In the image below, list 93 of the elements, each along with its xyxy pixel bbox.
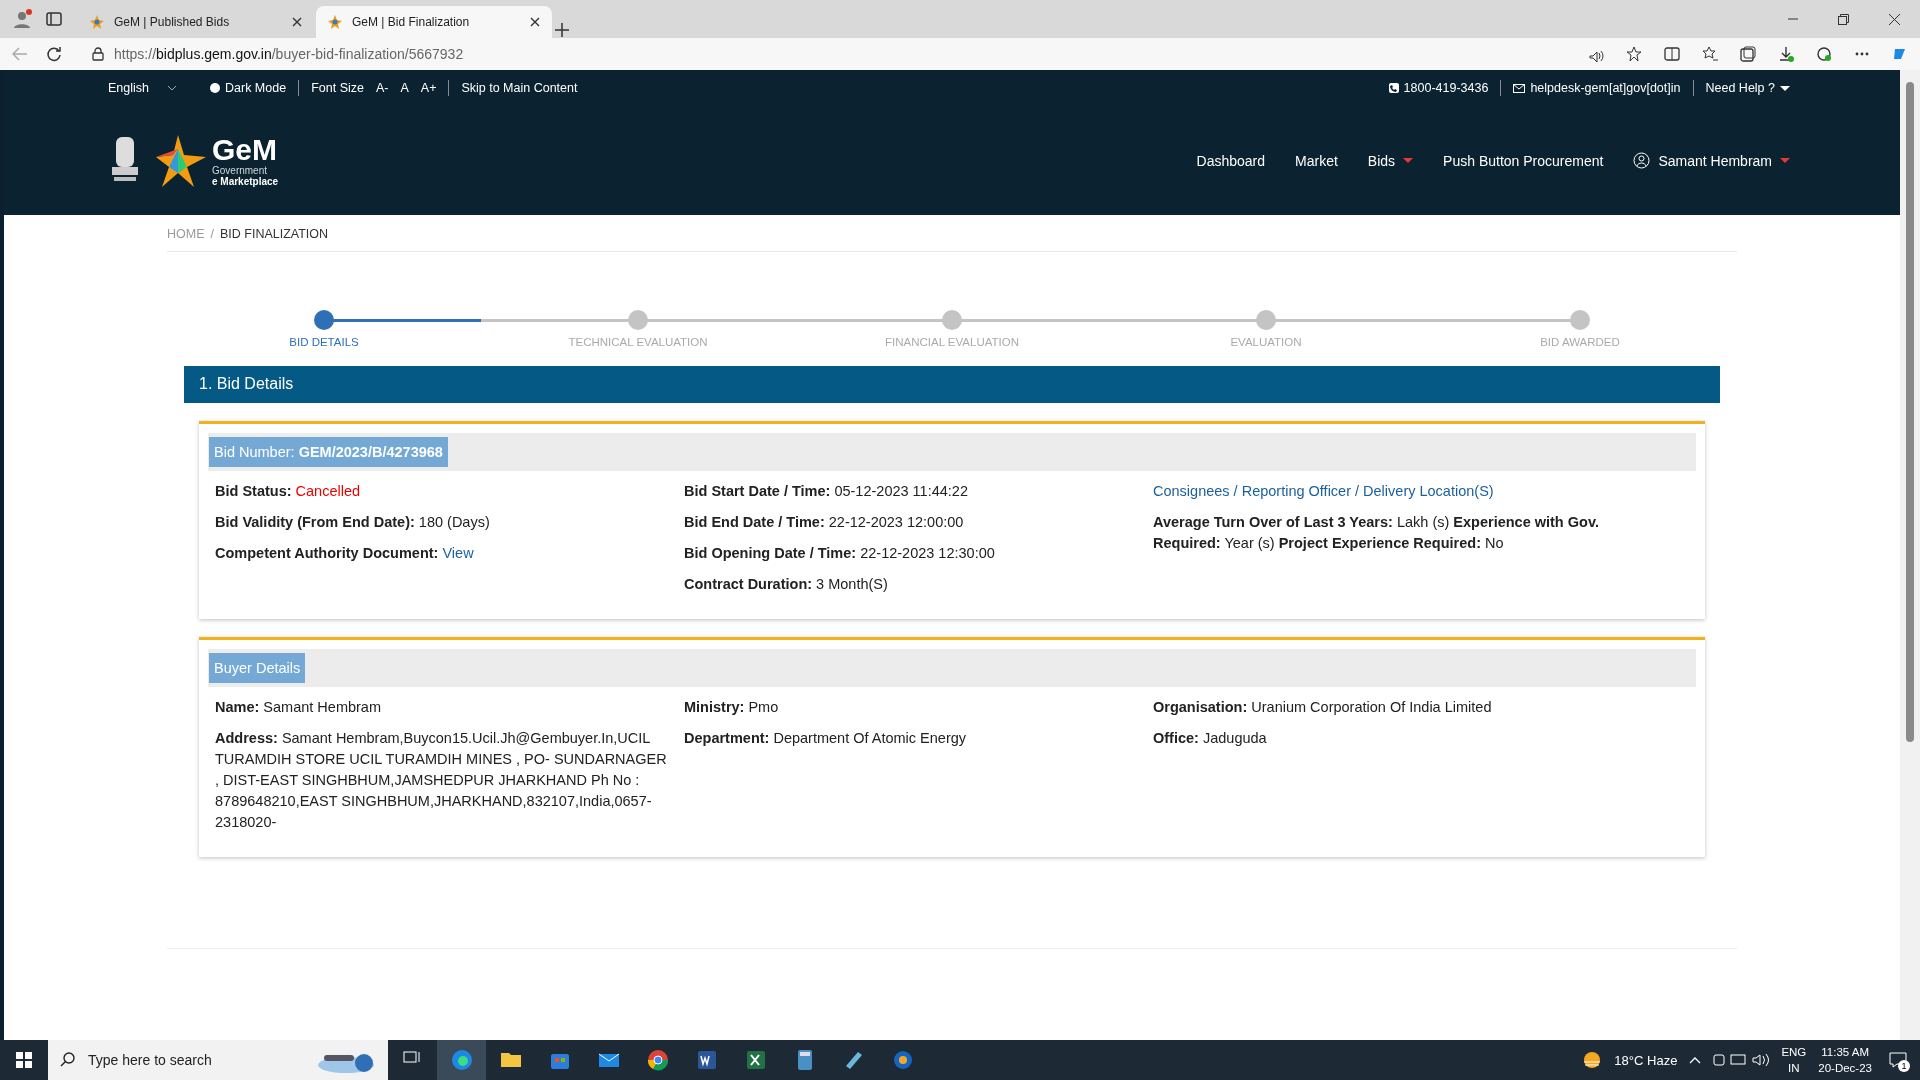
extension-icon[interactable]: [1816, 46, 1832, 62]
card-heading: Buyer Details: [209, 653, 306, 683]
profile-icon[interactable]: [12, 9, 32, 29]
tray-system-icons[interactable]: [1713, 1052, 1770, 1068]
tab-actions-icon[interactable]: [46, 11, 62, 27]
field-text: Bid Start Date / Time: 05-12-2023 11:44:22: [684, 482, 969, 501]
favorites-icon[interactable]: [1702, 46, 1718, 62]
new-tab-icon[interactable]: [554, 22, 570, 38]
sidebar-app-icon[interactable]: [1892, 46, 1908, 62]
tray-chevron-icon[interactable]: [1689, 1056, 1702, 1064]
font-size-link[interactable]: A+: [420, 81, 437, 95]
notification-icon: [1889, 1052, 1907, 1068]
spreadsheet-icon[interactable]: [744, 1049, 767, 1071]
step-label: BID DETAILS: [289, 336, 359, 348]
logo-subtitle: Government: [212, 164, 269, 176]
star-logo-icon: [156, 134, 206, 187]
document-icon[interactable]: [695, 1049, 718, 1071]
card-heading: Bid Number: GEM/2023/B/4273968: [209, 437, 448, 467]
notification-count: 1: [1898, 1060, 1910, 1072]
url-text: https://bidplus.gem.gov.in/buyer-bid-finalization/5667932: [114, 46, 464, 62]
field-text: Bid Validity (From End Date): 180 (Days): [215, 513, 491, 532]
search-icon: [60, 1052, 76, 1068]
taskbar-search-box[interactable]: Type here to search: [48, 1040, 388, 1080]
circle-icon: [210, 83, 220, 93]
field-text: Contract Duration: 3 Month(S): [684, 575, 889, 594]
collections-icon[interactable]: [1740, 46, 1756, 62]
field-text: Address: Samant Hembram,Buycon15.Ucil.Jh@Gembuyer.In,UCIL TURAMDIH STORE UCIL TURAMDIH MINES , PO- SUNDARNAGER , DIST-EAST SINGHBHUM,JAMSHEDPUR JHARKHAND Ph No : 8789648210,EAST SINGHBHUM,JHARKHAND,832107,India,0657-2318020-: [215, 729, 668, 832]
nav-link[interactable]: Market: [1295, 152, 1338, 169]
user-icon: [1633, 152, 1651, 169]
phone-link[interactable]: 1800-419-3436: [1388, 81, 1489, 95]
user-menu[interactable]: Samant Hembram: [1633, 152, 1790, 169]
phone-icon: [1388, 83, 1399, 93]
site-icon: [328, 14, 342, 30]
scrollbar[interactable]: [1900, 70, 1920, 1040]
close-icon[interactable]: [1889, 13, 1900, 25]
clock[interactable]: 11:35 AM 20-Dec-23: [1818, 1044, 1872, 1076]
nav-link[interactable]: Push Button Procurement: [1443, 152, 1604, 169]
nav-link[interactable]: Bids: [1367, 152, 1414, 169]
logo-subtitle: e Marketplace: [212, 175, 279, 187]
help-menu[interactable]: Need Help ?: [1705, 81, 1790, 95]
close-icon[interactable]: [530, 17, 540, 27]
lock-icon: [92, 47, 104, 61]
language-select[interactable]: English: [108, 81, 198, 95]
breadcrumb-separator: /: [210, 227, 214, 241]
weather-text: 18°C Haze: [1614, 1052, 1678, 1068]
download-icon[interactable]: [1778, 46, 1794, 62]
font-size-link[interactable]: A-: [375, 81, 389, 95]
font-size-link[interactable]: A: [400, 81, 409, 95]
site-icon: [90, 14, 104, 30]
field-text: Name: Samant Hembram: [215, 698, 382, 717]
nav-link[interactable]: Dashboard: [1196, 152, 1266, 169]
font-size-label: Font Size: [311, 81, 364, 95]
field-label: Competent Authority Document:: [215, 545, 439, 561]
step-label: FINANCIAL EVALUATION: [885, 336, 1019, 348]
step-label: EVALUATION: [1230, 336, 1302, 348]
field-text: Average Turn Over of Last 3 Years: Lakh (s) Experience with Gov. Required: Year (s) Project Experience Required: No: [1153, 513, 1600, 553]
field-text: Department: Department Of Atomic Energy: [684, 729, 968, 748]
weather-icon: [1582, 1051, 1603, 1069]
browser-tab[interactable]: GeM | Bid Finalization: [316, 6, 552, 38]
status-text: Cancelled: [295, 483, 361, 499]
split-screen-icon[interactable]: [1664, 46, 1680, 62]
refresh-icon[interactable]: [46, 46, 62, 62]
favorite-star-icon[interactable]: [1626, 46, 1642, 62]
logo-text: GeM: [212, 134, 278, 165]
search-field[interactable]: Type here to search: [86, 1051, 306, 1069]
caret-icon: [1780, 85, 1790, 91]
email-link[interactable]: helpdesk-gem[at]gov[dot]in: [1513, 81, 1681, 95]
field-text: Organisation: Uranium Corporation Of India Limited: [1153, 698, 1493, 717]
step-label: TECHNICAL EVALUATION: [568, 336, 708, 348]
document-link[interactable]: View: [442, 545, 474, 561]
input-language[interactable]: ENG IN: [1781, 1044, 1807, 1076]
section-header: 1. Bid Details: [184, 366, 1720, 403]
field-text: Ministry: Pmo: [684, 698, 780, 717]
browser-tab[interactable]: GeM | Published Bids: [78, 6, 314, 38]
breadcrumb-current: BID FINALIZATION: [220, 227, 329, 241]
field-text: Bid Opening Date / Time: 22-12-2023 12:30:00: [684, 544, 996, 563]
mail-icon: [1513, 83, 1526, 93]
chrome-browser-icon[interactable]: [646, 1049, 669, 1071]
step-indicator[interactable]: [314, 310, 334, 330]
restore-icon[interactable]: [1838, 13, 1849, 25]
field-text: Office: Jaduguda: [1153, 729, 1268, 748]
field-label: Bid Status:: [215, 483, 292, 499]
close-icon[interactable]: [292, 17, 302, 27]
media-icon[interactable]: [891, 1049, 914, 1071]
dark-mode-toggle[interactable]: Dark Mode: [210, 81, 287, 95]
consignees-link[interactable]: Consignees / Reporting Officer / Delivery Location(S): [1153, 483, 1494, 499]
step-label: BID AWARDED: [1540, 336, 1620, 348]
browser-icon[interactable]: [450, 1049, 473, 1071]
chevron-down-icon: [167, 85, 177, 91]
field-text: Bid End Date / Time: 22-12-2023 12:00:00: [684, 513, 965, 532]
windows-start-icon[interactable]: [16, 1052, 32, 1068]
notification-button[interactable]: 1: [1884, 1046, 1912, 1074]
skip-link[interactable]: Skip to Main Content: [461, 81, 578, 95]
